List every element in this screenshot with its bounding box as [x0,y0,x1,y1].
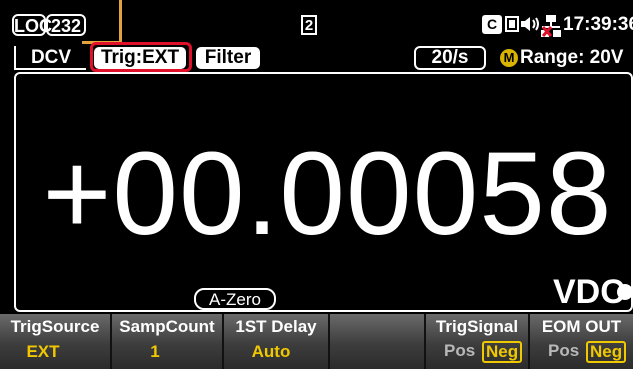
softkey-value: 1 [150,342,160,361]
network-disconnected-icon [540,14,562,43]
softkey-label: TrigSource [10,317,100,336]
measurement-display: +00.00058 A-Zero VDC [14,72,633,312]
softkey-label: SampCount [119,317,215,336]
option-pos: Pos [444,341,476,360]
softkey-trigsource[interactable]: TrigSource EXT [0,314,112,369]
softkey-sampcount[interactable]: SampCount 1 [112,314,224,369]
loc-indicator: LOC [12,14,52,36]
range-indicator[interactable]: Range: 20V [520,46,623,70]
softkey-label: EOM OUT [541,317,622,336]
option-neg-selected: Neg [586,341,627,363]
softkey-1st-delay[interactable]: 1ST Delay Auto [224,314,330,369]
softkey-label: TrigSignal [435,317,519,336]
meter-screen: LOC 232 2 C 17:39:36 DCV Trig:EXT Filter… [0,0,633,369]
function-tab[interactable]: DCV [14,46,86,70]
softkey-value: Auto [251,342,291,361]
slot-indicator: 2 [301,15,317,35]
manual-range-badge: M [500,49,518,67]
ce-badge: C [482,15,502,34]
softkey-empty[interactable] [330,314,426,369]
rate-indicator[interactable]: 20/s [414,46,486,70]
softkey-trigsignal[interactable]: TrigSignal Pos Neg [426,314,530,369]
option-neg-selected: Neg [482,341,523,363]
measurement-unit: VDC [553,273,625,311]
trigger-highlight-box [90,42,192,72]
softkey-value: EXT [26,342,60,361]
filter-tab[interactable]: Filter [196,47,260,69]
mode-row: DCV Trig:EXT Filter 20/s M Range: 20V [12,42,633,72]
measurement-reading: +00.00058 [42,128,613,260]
speaker-icon [519,14,541,39]
interface-indicator: 232 [46,14,86,36]
status-dot-icon [617,284,633,300]
callout-pointer-vertical [119,0,122,44]
softkey-bar: TrigSource EXT SampCount 1 1ST Delay Aut… [0,314,633,369]
softkey-eom-out[interactable]: EOM OUT Pos Neg [530,314,633,369]
clock: 17:39:36 [563,14,633,35]
softkey-label: 1ST Delay [235,317,317,336]
option-pos: Pos [548,341,580,360]
azero-indicator: A-Zero [194,288,276,310]
memory-icon [505,14,519,39]
